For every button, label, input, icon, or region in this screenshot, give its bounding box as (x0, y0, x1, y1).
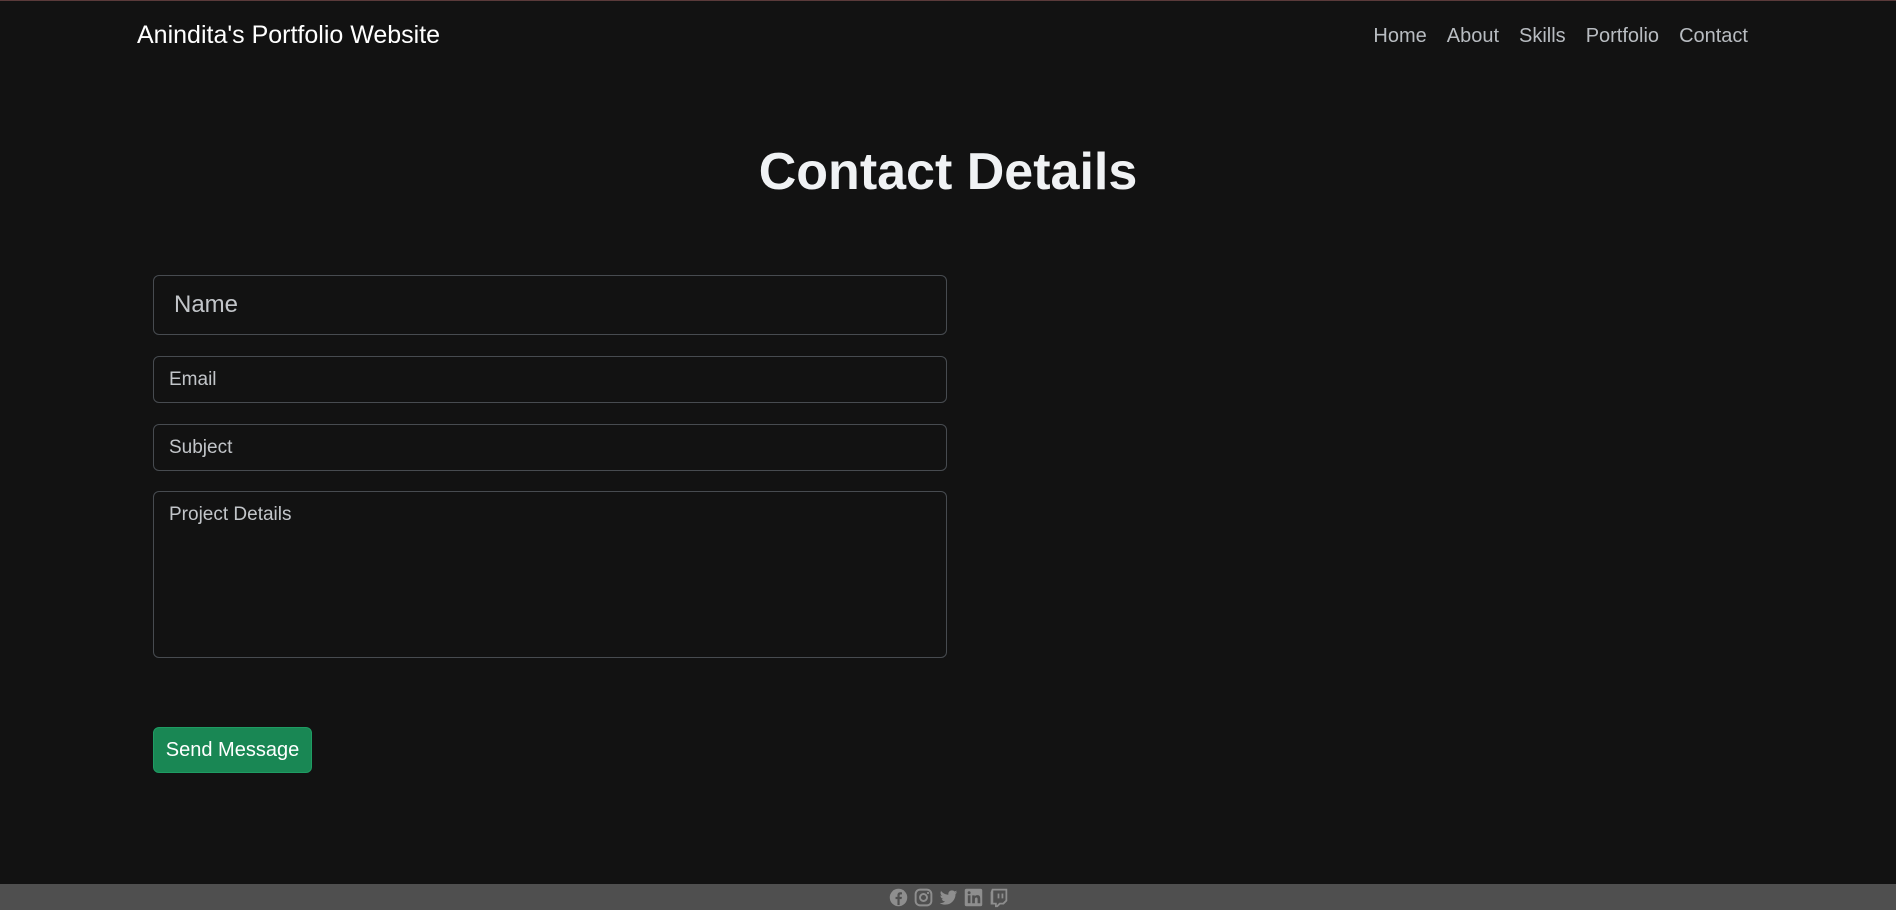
linkedin-icon[interactable] (963, 887, 984, 908)
project-details-textarea[interactable] (153, 491, 947, 658)
nav-portfolio-link[interactable]: Portfolio (1586, 25, 1659, 48)
facebook-icon[interactable] (888, 887, 909, 908)
twitch-icon[interactable] (988, 887, 1009, 908)
email-input[interactable] (153, 356, 947, 403)
page-title: Contact Details (758, 143, 1138, 201)
footer (0, 884, 1896, 910)
nav-skills-link[interactable]: Skills (1519, 25, 1566, 48)
social-links (888, 887, 1009, 908)
instagram-icon[interactable] (913, 887, 934, 908)
nav-about-link[interactable]: About (1447, 25, 1499, 48)
nav-contact-link[interactable]: Contact (1679, 25, 1748, 48)
nav-home-link[interactable]: Home (1373, 25, 1426, 48)
brand-link[interactable]: Anindita's Portfolio Website (137, 21, 440, 50)
contact-form (153, 275, 947, 658)
navbar: Anindita's Portfolio Website Home About … (0, 1, 1896, 73)
name-input[interactable] (153, 275, 947, 335)
twitter-icon[interactable] (938, 887, 959, 908)
nav-links: Home About Skills Portfolio Contact (1373, 25, 1748, 48)
subject-input[interactable] (153, 424, 947, 471)
send-message-button[interactable]: Send Message (153, 727, 312, 773)
